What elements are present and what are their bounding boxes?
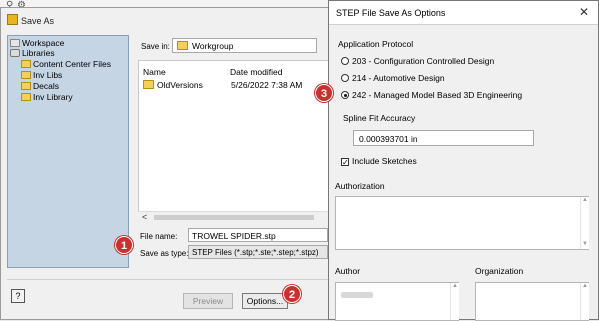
folder-icon <box>21 93 31 101</box>
authorization-textarea[interactable]: ▲ ▼ <box>335 196 589 250</box>
inventor-app-icon <box>7 14 18 25</box>
list-item[interactable]: OldVersions 5/26/2022 7:38 AM <box>143 80 328 91</box>
protocol-option-242[interactable]: 242 - Managed Model Based 3D Engineering <box>341 90 522 100</box>
folder-icon <box>21 71 31 79</box>
folder-icon <box>143 80 154 89</box>
dialog-title: Save As <box>7 14 54 26</box>
spline-fit-accuracy-input[interactable]: 0.000393701 in <box>353 130 534 146</box>
vertical-scrollbar[interactable]: ▲ <box>580 283 589 320</box>
include-sketches-checkbox[interactable]: ✓ Include Sketches <box>341 156 417 167</box>
folder-icon <box>177 41 188 50</box>
scroll-left-icon[interactable]: < <box>142 212 147 222</box>
save-as-type-dropdown[interactable]: STEP Files (*.stp;*.ste;*.step;*.stpz) <box>188 245 328 259</box>
tree-item-libraries[interactable]: Libraries <box>10 48 55 58</box>
scrollbar-thumb[interactable] <box>154 215 314 220</box>
help-button[interactable]: ? <box>11 289 25 303</box>
step-dialog-title: STEP File Save As Options <box>336 8 446 18</box>
organization-textarea[interactable]: ▲ <box>475 282 589 321</box>
radio-button-selected[interactable] <box>341 91 349 99</box>
divider <box>7 279 335 280</box>
file-name-label: File name: <box>140 232 178 241</box>
save-in-dropdown[interactable]: Workgroup <box>172 38 317 53</box>
workspace-icon <box>10 39 20 47</box>
organization-label: Organization <box>475 266 524 276</box>
save-in-label: Save in: <box>141 42 170 51</box>
options-button[interactable]: Options... <box>242 293 288 309</box>
preview-button[interactable]: Preview <box>183 293 233 309</box>
folder-icon <box>21 60 31 68</box>
horizontal-scrollbar[interactable]: < <box>138 211 332 223</box>
column-header-date-modified[interactable]: Date modified <box>230 67 282 77</box>
callout-badge-2: 2 <box>283 285 301 303</box>
authorization-label: Authorization <box>335 181 385 191</box>
application-protocol-label: Application Protocol <box>338 39 414 49</box>
file-name-input[interactable]: TROWEL SPIDER.stp <box>188 228 328 242</box>
radio-button[interactable] <box>341 57 349 65</box>
vertical-scrollbar[interactable]: ▲ <box>450 283 459 320</box>
folder-icon <box>21 82 31 90</box>
tree-item-decals[interactable]: Decals <box>21 81 59 91</box>
author-label: Author <box>335 266 361 276</box>
dialog-title-text: Save As <box>21 16 55 26</box>
vertical-scrollbar[interactable]: ▲ ▼ <box>580 197 589 249</box>
checkmark-icon[interactable]: ✓ <box>341 158 349 167</box>
tree-item-content-center-files[interactable]: Content Center Files <box>21 59 111 69</box>
protocol-option-214[interactable]: 214 - Automotive Design <box>341 73 445 83</box>
step-dialog-titlebar: STEP File Save As Options ✕ <box>329 1 598 25</box>
radio-button[interactable] <box>341 74 349 82</box>
save-as-dialog: Save As Workspace Libraries Content Cent… <box>0 7 340 320</box>
tree-item-workspace[interactable]: Workspace <box>10 38 64 48</box>
tree-item-inv-library[interactable]: Inv Library <box>21 92 73 102</box>
spline-fit-accuracy-label: Spline Fit Accuracy <box>343 113 416 123</box>
column-header-name[interactable]: Name <box>143 67 166 77</box>
save-as-type-label: Save as type: <box>140 249 189 258</box>
close-icon[interactable]: ✕ <box>579 5 589 19</box>
callout-badge-1: 1 <box>115 236 133 254</box>
callout-badge-3: 3 <box>315 84 333 102</box>
redacted-author-text <box>341 292 373 298</box>
author-textarea[interactable]: ▲ <box>335 282 459 321</box>
step-options-dialog: STEP File Save As Options ✕ Application … <box>328 0 599 321</box>
tree-item-inv-libs[interactable]: Inv Libs <box>21 70 62 80</box>
file-list[interactable]: Name Date modified OldVersions 5/26/2022… <box>138 60 332 223</box>
protocol-option-203[interactable]: 203 - Configuration Controlled Design <box>341 56 494 66</box>
library-panel: Workspace Libraries Content Center Files… <box>7 35 129 268</box>
libraries-icon <box>10 49 20 57</box>
